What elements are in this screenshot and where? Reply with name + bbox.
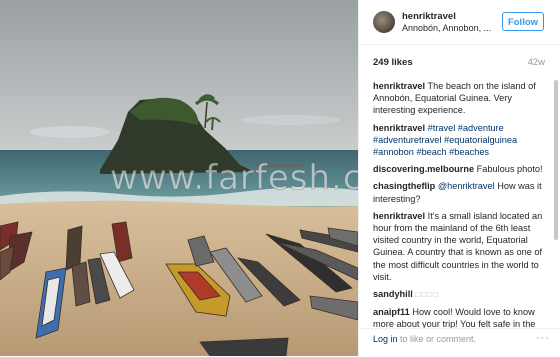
comment-user[interactable]: sandyhill — [373, 289, 413, 299]
comments-scrollbar[interactable] — [554, 80, 558, 240]
comment-text: □□□□ — [415, 290, 439, 300]
follow-button[interactable]: Follow — [502, 12, 544, 31]
comment-text: Fabulous photo! — [476, 164, 543, 175]
post-header: henriktravel Annobón, Annobon, ... Follo… — [359, 0, 560, 45]
location-link[interactable]: Annobón, Annobon, ... — [402, 23, 491, 33]
hashtag-link[interactable]: #beaches — [449, 147, 489, 157]
login-prompt: Log in to like or comment. — [373, 334, 476, 344]
comment-item: henriktravel It's a small island located… — [373, 210, 553, 283]
comment-item: sandyhill □□□□ — [373, 288, 553, 301]
comment-user[interactable]: henriktravel — [373, 81, 425, 91]
hashtag-link[interactable]: #annobon — [373, 147, 414, 157]
post-viewer: www.farfesh.com henriktravel Annobón, An… — [0, 0, 560, 356]
comment-item: chasingtheflip @henriktravel How was it … — [373, 180, 553, 204]
comment-item: anaipf11 How cool! Would love to know mo… — [373, 306, 553, 328]
comment-user[interactable]: henriktravel — [373, 123, 425, 133]
hashtag-link[interactable]: #adventuretravel — [373, 135, 441, 145]
post-photo[interactable]: www.farfesh.com — [0, 0, 358, 356]
hashtag-link[interactable]: #travel — [428, 123, 456, 133]
comment-text: It's a small island located an hour from… — [373, 210, 543, 282]
comment-hashtags: henriktravel #travel #adventure #adventu… — [373, 122, 553, 159]
hashtag-link[interactable]: #beach — [416, 147, 446, 157]
comment-user[interactable]: discovering.melbourne — [373, 164, 474, 174]
login-link[interactable]: Log in — [373, 334, 398, 344]
more-options-icon[interactable]: ··· — [536, 332, 550, 344]
login-prompt-text: to like or comment. — [397, 334, 477, 344]
avatar[interactable] — [373, 11, 395, 33]
comment-user[interactable]: chasingtheflip — [373, 181, 435, 191]
hashtag-link[interactable]: #equatorialguinea — [444, 135, 517, 145]
post-footer: Log in to like or comment. ··· — [359, 328, 560, 357]
comment-user[interactable]: henriktravel — [373, 211, 425, 221]
likes-count[interactable]: 249 likes — [373, 57, 413, 68]
mention-link[interactable]: @henriktravel — [438, 181, 495, 191]
comment-caption: henriktravel The beach on the island of … — [373, 80, 553, 117]
post-age[interactable]: 42w — [528, 57, 545, 68]
comment-item: discovering.melbourne Fabulous photo! — [373, 163, 553, 175]
post-sidebar: henriktravel Annobón, Annobon, ... Follo… — [358, 0, 560, 356]
hashtag-link[interactable]: #adventure — [458, 123, 504, 133]
comment-list: henriktravel The beach on the island of … — [373, 80, 553, 328]
username-link[interactable]: henriktravel — [402, 11, 456, 22]
comment-user[interactable]: anaipf11 — [373, 307, 410, 317]
watermark-text: www.farfesh.com — [109, 158, 358, 199]
